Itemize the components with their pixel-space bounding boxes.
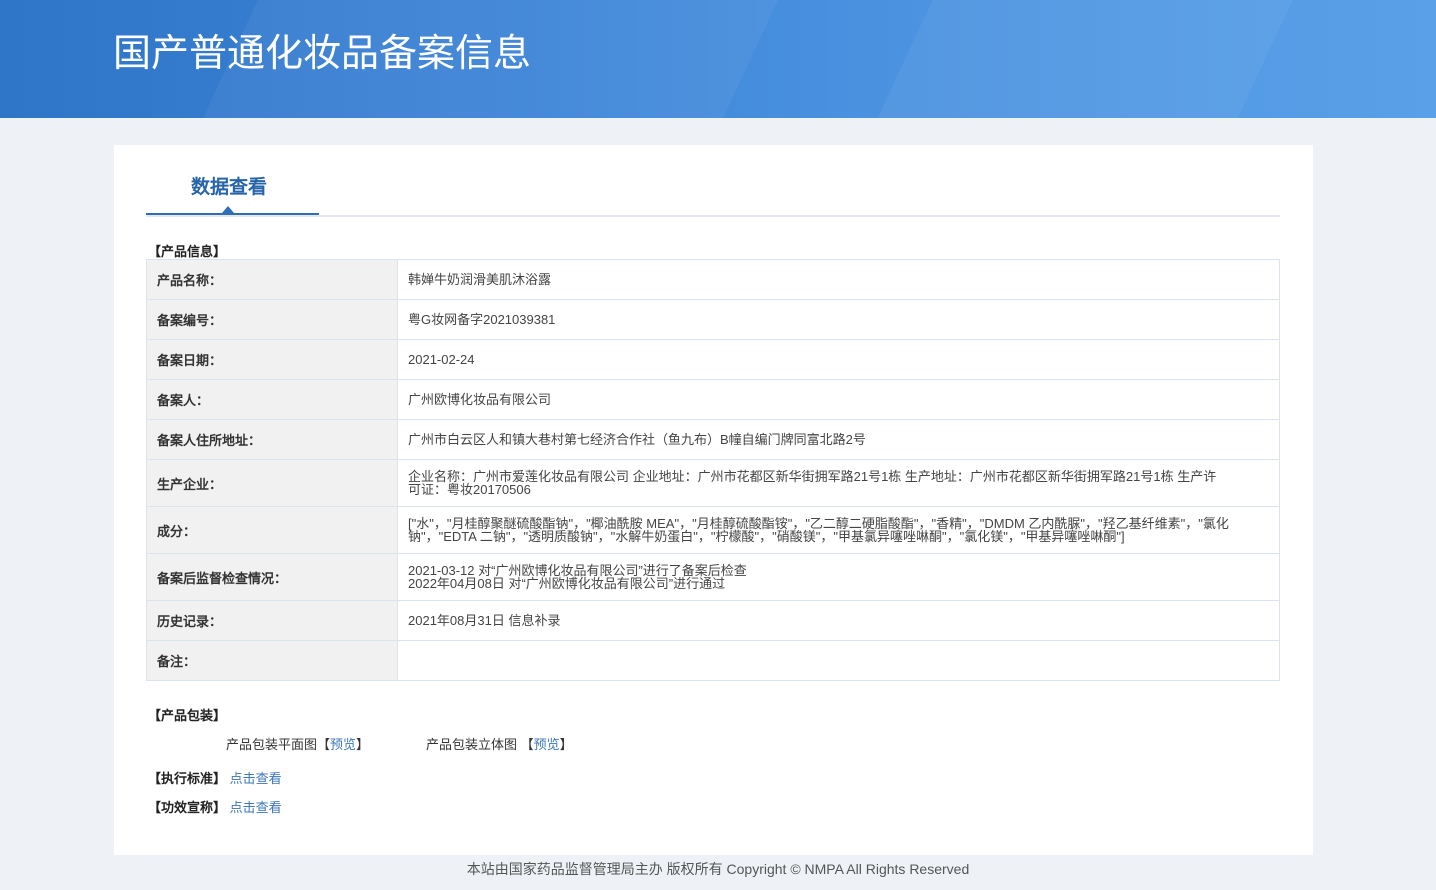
caret-up-icon [222, 206, 234, 213]
standard-view-link[interactable]: 点击查看 [230, 771, 282, 786]
product-info-table: 产品名称： 韩婵牛奶润滑美肌沐浴露 备案编号： 粤G妆网备字2021039381… [146, 259, 1280, 681]
table-row: 成分： ["水"，"月桂醇聚醚硫酸酯钠"，"椰油酰胺 MEA"，"月桂醇硫酸酯铵… [146, 506, 1280, 554]
packaging-flat: 产品包装平面图【预览】 [226, 734, 369, 753]
row-key: 备案编号： [146, 299, 398, 340]
packaging-solid-label: 产品包装立体图 [426, 737, 518, 752]
ingredients-text: ["水"，"月桂醇聚醚硫酸酯钠"，"椰油酰胺 MEA"，"月桂醇硫酸酯铵"，"乙… [408, 516, 1229, 544]
row-value [397, 640, 1280, 681]
section-product-info: 【产品信息】 [148, 244, 227, 259]
bracket-open: 【 [317, 737, 331, 752]
table-row: 备案人： 广州欧博化妆品有限公司 [146, 379, 1280, 420]
row-key: 备案人： [146, 379, 398, 420]
section-standard: 【执行标准】 [148, 771, 227, 786]
standard-row: 【执行标准】 点击查看 [148, 768, 282, 787]
efficacy-view-link[interactable]: 点击查看 [230, 800, 282, 815]
bracket-close: 】 [356, 737, 370, 752]
content-panel: 数据查看 【产品信息】 产品名称： 韩婵牛奶润滑美肌沐浴露 备案编号： 粤G妆网… [114, 145, 1313, 855]
row-value: 2021-03-12 对“广州欧博化妆品有限公司”进行了备案后检查 2022年0… [397, 553, 1280, 601]
row-value: 广州市白云区人和镇大巷村第七经济合作社（鱼九布）B幢自编门牌同富北路2号 [397, 419, 1280, 460]
table-row: 备注： [146, 640, 1280, 681]
table-row: 生产企业： 企业名称：广州市爱莲化妆品有限公司 企业地址：广州市花都区新华街拥军… [146, 459, 1280, 507]
row-key: 产品名称： [146, 259, 398, 300]
row-key: 生产企业： [146, 459, 398, 507]
table-row: 备案日期： 2021-02-24 [146, 339, 1280, 380]
row-key: 备注： [146, 640, 398, 681]
table-row: 备案人住所地址： 广州市白云区人和镇大巷村第七经济合作社（鱼九布）B幢自编门牌同… [146, 419, 1280, 460]
table-row: 产品名称： 韩婵牛奶润滑美肌沐浴露 [146, 259, 1280, 300]
packaging-solid: 产品包装立体图 【预览】 [426, 734, 573, 753]
row-value: 韩婵牛奶润滑美肌沐浴露 [397, 259, 1280, 300]
preview-solid-link[interactable]: 预览 [534, 737, 560, 752]
row-key: 备案后监督检查情况： [146, 553, 398, 601]
footer-copyright: 本站由国家药品监督管理局主办 版权所有 Copyright © NMPA All… [466, 861, 970, 877]
section-packaging: 【产品包装】 [148, 708, 227, 723]
table-row: 历史记录： 2021年08月31日 信息补录 [146, 600, 1280, 641]
packaging-flat-label: 产品包装平面图 [226, 737, 318, 752]
row-value: 粤G妆网备字2021039381 [397, 299, 1280, 340]
row-value: 企业名称：广州市爱莲化妆品有限公司 企业地址：广州市花都区新华街拥军路21号1栋… [397, 459, 1280, 507]
row-value: ["水"，"月桂醇聚醚硫酸酯钠"，"椰油酰胺 MEA"，"月桂醇硫酸酯铵"，"乙… [397, 506, 1280, 554]
bracket-close: 】 [559, 737, 573, 752]
bracket-open: 【 [520, 737, 534, 752]
tab-bar: 数据查看 [146, 145, 1280, 217]
row-value: 2021年08月31日 信息补录 [397, 600, 1280, 641]
row-key: 备案人住所地址： [146, 419, 398, 460]
table-row: 备案编号： 粤G妆网备字2021039381 [146, 299, 1280, 340]
page-title: 国产普通化妆品备案信息 [113, 33, 532, 75]
row-key: 备案日期： [146, 339, 398, 380]
preview-flat-link[interactable]: 预览 [330, 737, 356, 752]
tab-data-view[interactable]: 数据查看 [146, 145, 319, 215]
header-banner: 国产普通化妆品备案信息 [0, 0, 1436, 118]
inspection-line: 2022年04月08日 对“广州欧博化妆品有限公司”进行通过 [408, 576, 726, 591]
tab-label: 数据查看 [191, 177, 268, 198]
row-key: 历史记录： [146, 600, 398, 641]
manufacturer-text: 企业名称：广州市爱莲化妆品有限公司 企业地址：广州市花都区新华街拥军路21号1栋… [408, 469, 1217, 497]
row-value: 2021-02-24 [397, 339, 1280, 380]
table-row: 备案后监督检查情况： 2021-03-12 对“广州欧博化妆品有限公司”进行了备… [146, 553, 1280, 601]
row-value: 广州欧博化妆品有限公司 [397, 379, 1280, 420]
section-efficacy: 【功效宣称】 [148, 800, 227, 815]
row-key: 成分： [146, 506, 398, 554]
efficacy-row: 【功效宣称】 点击查看 [148, 797, 282, 816]
banner-decoration [848, 0, 1312, 118]
